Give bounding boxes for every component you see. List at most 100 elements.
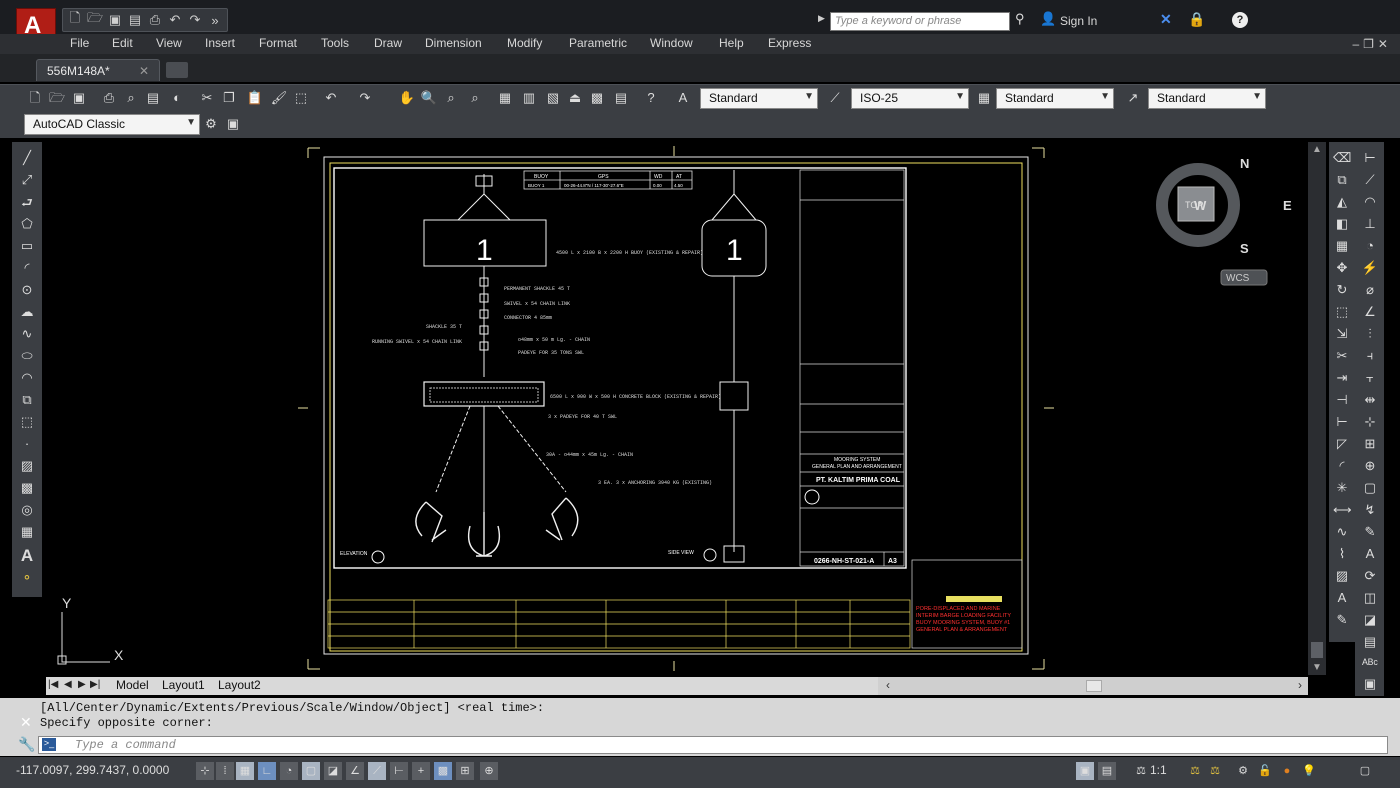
line-icon[interactable]: ╱	[18, 150, 36, 168]
point-icon[interactable]: ·	[18, 436, 36, 454]
spline-icon[interactable]: ∿	[18, 326, 36, 344]
menu-format[interactable]: Format	[259, 36, 297, 50]
hardware-acceleration-icon[interactable]: ●	[1278, 762, 1296, 780]
edit-attribute-icon[interactable]: ✎	[1333, 612, 1351, 630]
explode-icon[interactable]: ✳	[1333, 480, 1351, 498]
copy-object-icon[interactable]: ⧉	[1333, 172, 1351, 190]
layer-icon[interactable]: ◫	[1361, 590, 1379, 608]
layer-states-icon[interactable]: ▤	[1361, 634, 1379, 652]
offset-icon[interactable]: ◧	[1333, 216, 1351, 234]
markup-icon[interactable]: ▩	[588, 89, 606, 107]
infer-constraints-icon[interactable]: ⊹	[196, 762, 214, 780]
rectangle-icon[interactable]: ▭	[18, 238, 36, 256]
undo-icon[interactable]: ↶	[322, 89, 340, 107]
command-input[interactable]: Type a command	[38, 736, 1388, 754]
lengthen-icon[interactable]: ⟷	[1333, 502, 1352, 520]
dimension-style-icon[interactable]: ⟋	[826, 89, 844, 107]
insert-block-icon[interactable]: ⧉	[18, 392, 36, 410]
menu-dimension[interactable]: Dimension	[425, 36, 482, 50]
horizontal-scrollbar[interactable]: ‹ ›	[878, 677, 1308, 695]
3d-object-snap-icon[interactable]: ◪	[324, 762, 342, 780]
workspace-settings-icon[interactable]: ⚙	[202, 115, 220, 133]
trim-icon[interactable]: ✂	[1333, 348, 1351, 366]
sign-in-link[interactable]: Sign In	[1060, 14, 1097, 28]
publish-icon[interactable]: ▤	[144, 89, 162, 107]
snap-mode-icon[interactable]: ⁞	[216, 762, 234, 780]
polar-tracking-icon[interactable]: ◔	[280, 762, 298, 780]
ortho-mode-icon[interactable]: ∟	[258, 762, 276, 780]
hatch-icon[interactable]: ▨	[18, 458, 36, 476]
revision-cloud-icon[interactable]: ☁	[18, 304, 36, 322]
array-icon[interactable]: ▦	[1333, 238, 1351, 256]
open-icon[interactable]: 🗁	[87, 9, 103, 31]
file-tab[interactable]: 556M148A* ✕	[36, 59, 160, 81]
mirror-icon[interactable]: ◭	[1333, 194, 1351, 212]
menu-file[interactable]: File	[70, 36, 89, 50]
help-icon[interactable]: ?	[1232, 12, 1248, 28]
dimension-edit-icon[interactable]: ✎	[1361, 524, 1379, 542]
close-icon[interactable]: ✕	[139, 64, 149, 78]
plot-icon[interactable]: ⎙	[100, 89, 118, 107]
scroll-thumb[interactable]	[1311, 642, 1323, 658]
scroll-down-icon[interactable]: ▼	[1312, 662, 1322, 673]
search-input[interactable]: Type a keyword or phrase	[830, 12, 1010, 31]
dimension-text-edit-icon[interactable]: A	[1361, 546, 1379, 564]
menu-window[interactable]: Window	[650, 36, 693, 50]
chamfer-icon[interactable]: ◸	[1333, 436, 1351, 454]
more-icon[interactable]: »	[207, 13, 223, 28]
baseline-icon[interactable]: ⫞	[1361, 348, 1379, 366]
dimension-style-select[interactable]: ISO-25 ▼	[851, 88, 969, 109]
break-icon[interactable]: ⊣	[1333, 392, 1351, 410]
make-block-icon[interactable]: ⬚	[18, 414, 36, 432]
edit-hatch-icon[interactable]: ▨	[1333, 568, 1351, 586]
quick-properties-icon[interactable]: ⊞	[456, 762, 474, 780]
clean-screen-icon[interactable]: ▢	[1356, 762, 1374, 780]
circle-icon[interactable]: ⊙	[18, 282, 36, 300]
selection-cycling-icon[interactable]: ⊕	[480, 762, 498, 780]
customize-wrench-icon[interactable]: 🔧	[18, 736, 35, 753]
gradient-icon[interactable]: ▩	[18, 480, 36, 498]
open-icon[interactable]: 🗁	[48, 89, 66, 107]
lineweight-icon[interactable]: +	[412, 762, 430, 780]
workspace-select[interactable]: AutoCAD Classic ▼	[24, 114, 200, 135]
recent-commands-icon[interactable]: >_	[42, 738, 56, 751]
autodesk-app-store-icon[interactable]: 🔒	[1188, 11, 1205, 28]
rotate-icon[interactable]: ↻	[1333, 282, 1351, 300]
move-icon[interactable]: ✥	[1333, 260, 1351, 278]
center-mark-icon[interactable]: ⊕	[1361, 458, 1379, 476]
scroll-right-icon[interactable]: ›	[1298, 678, 1302, 692]
break-dim-icon[interactable]: ⊹	[1361, 414, 1379, 432]
inspection-icon[interactable]: ▢	[1361, 480, 1379, 498]
join-icon[interactable]: ⊢	[1333, 414, 1351, 432]
aligned-dimension-icon[interactable]: ⟋	[1361, 172, 1379, 190]
3d-print-icon[interactable]: ◐	[168, 89, 186, 107]
object-snap-icon[interactable]: ▢	[302, 762, 320, 780]
window-controls[interactable]: –❐✕	[1353, 37, 1393, 51]
copy-icon[interactable]: ❐	[220, 89, 238, 107]
arc-length-icon[interactable]: ◠	[1361, 194, 1379, 212]
erase-icon[interactable]: ⌫	[1333, 150, 1351, 168]
save-as-icon[interactable]: ▤	[127, 12, 143, 28]
tolerance-icon[interactable]: ⊞	[1361, 436, 1379, 454]
space-icon[interactable]: ⇹	[1361, 392, 1379, 410]
redo-icon[interactable]: ↷	[187, 12, 203, 28]
jogged-linear-icon[interactable]: ↯	[1361, 502, 1379, 520]
prev-layout-icon[interactable]: ◀	[64, 679, 72, 690]
next-layout-icon[interactable]: ▶	[78, 679, 86, 690]
edit-spline-icon[interactable]: ⌇	[1333, 546, 1351, 564]
annotation-scale-icon[interactable]: ⚖	[1132, 762, 1150, 780]
exchange-apps-icon[interactable]: ✕	[1160, 11, 1172, 28]
block-editor-icon[interactable]: ⬚	[292, 89, 310, 107]
menu-edit[interactable]: Edit	[112, 36, 133, 50]
table-style-icon[interactable]: ▦	[975, 89, 993, 107]
text-style-select[interactable]: Standard ▼	[700, 88, 818, 109]
polygon-icon[interactable]: ⬠	[18, 216, 36, 234]
vertical-scrollbar[interactable]: ▲ ▼	[1308, 142, 1326, 675]
arc-icon[interactable]: ◜	[18, 260, 36, 278]
ellipse-icon[interactable]: ⬭	[18, 348, 36, 366]
fillet-icon[interactable]: ◜	[1333, 458, 1351, 476]
help-icon[interactable]: ?	[642, 89, 660, 107]
sheet-set-icon[interactable]: ⏏	[566, 89, 584, 107]
coordinates-readout[interactable]: -117.0097, 299.7437, 0.0000	[16, 763, 169, 777]
annotation-visibility-icon[interactable]: ⚖	[1186, 762, 1204, 780]
